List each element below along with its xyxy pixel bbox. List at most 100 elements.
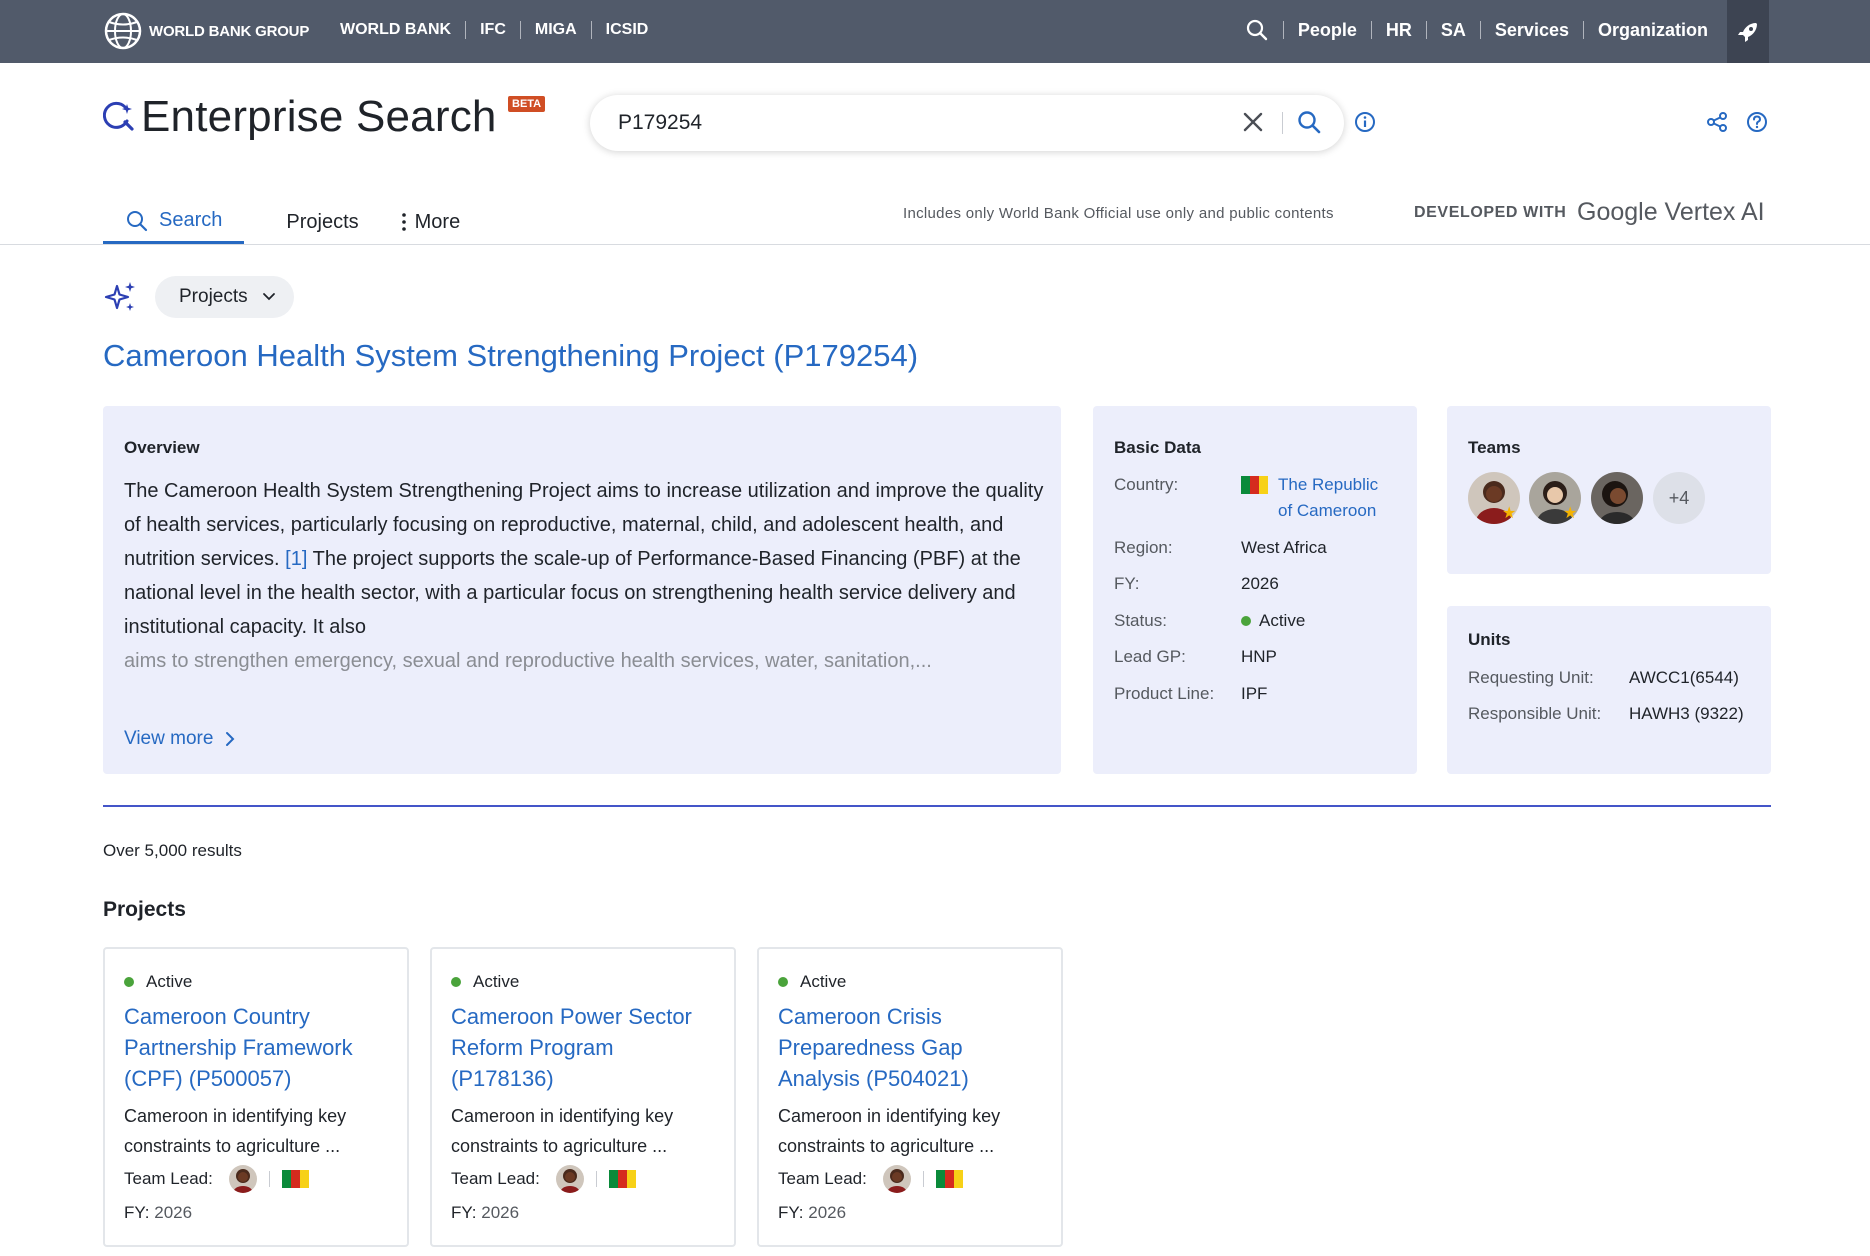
project-title-link[interactable]: Cameroon Health System Strengthening Pro…: [103, 338, 918, 374]
search-icon[interactable]: [1296, 109, 1322, 135]
product-line-value: IPF: [1241, 684, 1268, 703]
country-line-1: The Republic: [1278, 475, 1379, 494]
overview-heading: Overview: [124, 438, 200, 457]
lead-separator: [595, 1171, 597, 1187]
team-lead-row: Team Lead:: [778, 1165, 963, 1193]
project-result-fy: FY: 2026: [451, 1203, 519, 1223]
developed-with-label: DEVELOPED WITH: [1414, 204, 1567, 221]
nav-people[interactable]: People: [1298, 20, 1357, 41]
nav-separator: [1425, 21, 1427, 39]
overview-text-truncated: aims to strengthen emergency, sexual and…: [124, 650, 932, 672]
avatar[interactable]: [555, 1165, 584, 1193]
flag-cameroon-icon: [281, 1170, 309, 1188]
flag-cameroon-icon: [1241, 476, 1268, 494]
teams-card: Teams ★ ★ +4: [1447, 406, 1771, 574]
fy-label: FY:: [451, 1203, 477, 1222]
vertex-ai-brand: Google Vertex AI: [1577, 198, 1765, 226]
more-team-members-badge[interactable]: +4: [1653, 472, 1705, 524]
status-dot: [451, 977, 461, 987]
status-label: Status:: [1114, 611, 1167, 630]
country-value: The Republic of Cameroon: [1241, 472, 1378, 524]
info-icon[interactable]: [1354, 111, 1376, 133]
project-result-description: Cameroon in identifying key constraints …: [778, 1106, 1001, 1156]
status-dot: [1241, 616, 1251, 626]
project-result-title[interactable]: Cameroon Power Sector Reform Program (P1…: [451, 1001, 721, 1094]
view-more-button[interactable]: View more: [124, 728, 235, 750]
app-title: Enterprise Search: [141, 92, 497, 141]
status-badge: Active: [124, 972, 192, 992]
nav-icsid[interactable]: ICSID: [606, 21, 649, 39]
nav-services[interactable]: Services: [1495, 20, 1569, 41]
avatar[interactable]: [1591, 472, 1643, 524]
status-text: Active: [146, 972, 193, 991]
nav-sa[interactable]: SA: [1441, 20, 1466, 41]
project-result-title[interactable]: Cameroon Country Partnership Framework (…: [124, 1001, 394, 1094]
project-result-fy: FY: 2026: [124, 1203, 192, 1223]
section-divider: [103, 805, 1771, 807]
share-icon[interactable]: [1706, 111, 1728, 133]
search-bar: [590, 95, 1344, 151]
tab-bar: Search Projects More: [103, 196, 460, 244]
fy-label: FY:: [124, 1203, 150, 1222]
scope-dropdown[interactable]: Projects: [155, 276, 294, 318]
basic-data-card: Basic Data Country: The Republic of Camer…: [1093, 406, 1417, 774]
avatar[interactable]: [228, 1165, 257, 1193]
country-line-2: of Cameroon: [1278, 501, 1377, 520]
country-link[interactable]: The Republic of Cameroon: [1278, 472, 1378, 524]
avatar[interactable]: [882, 1165, 911, 1193]
nav-separator: [1479, 21, 1481, 39]
affiliate-nav: WORLD BANK IFC MIGA ICSID: [340, 21, 648, 39]
status-dot: [778, 977, 788, 987]
flag-cameroon-icon: [935, 1170, 963, 1188]
nav-world-bank[interactable]: WORLD BANK: [340, 21, 451, 39]
lead-separator: [268, 1171, 270, 1187]
tab-projects[interactable]: Projects: [264, 196, 380, 244]
more-vertical-icon: [401, 213, 406, 231]
status-text: Active: [1259, 611, 1306, 630]
star-icon: ★: [1563, 505, 1578, 522]
tab-search[interactable]: Search: [103, 196, 245, 244]
nav-ifc[interactable]: IFC: [480, 21, 506, 39]
tab-more[interactable]: More: [401, 196, 461, 244]
app-brand[interactable]: Enterprise Search: [103, 92, 497, 142]
units-card: Units Requesting Unit: AWCC1(6544) Respo…: [1447, 606, 1771, 774]
fy-label: FY:: [778, 1203, 804, 1222]
responsible-unit-label: Responsible Unit:: [1468, 704, 1602, 723]
tab-more-label: More: [414, 210, 461, 233]
project-result-title[interactable]: Cameroon Crisis Preparedness Gap Analysi…: [778, 1001, 1048, 1094]
sparkle-icon: [104, 282, 135, 311]
help-icon[interactable]: [1746, 111, 1768, 133]
country-label: Country:: [1114, 475, 1179, 494]
project-result-description: Cameroon in identifying key constraints …: [124, 1106, 347, 1156]
globe-icon: [104, 12, 142, 50]
nav-organization[interactable]: Organization: [1598, 20, 1708, 41]
world-bank-group-logo[interactable]: WORLD BANK GROUP: [103, 11, 309, 51]
status-value: Active: [1241, 611, 1305, 631]
citation-link[interactable]: [1]: [285, 548, 307, 570]
overview-card: Overview The Cameroon Health System Stre…: [103, 406, 1061, 774]
fy-value: 2026: [808, 1203, 847, 1222]
team-lead-row: Team Lead:: [124, 1165, 309, 1193]
project-result-card[interactable]: Active Cameroon Country Partnership Fram…: [103, 947, 409, 1247]
status-badge: Active: [778, 972, 846, 992]
project-result-description: Cameroon in identifying key constraints …: [451, 1106, 674, 1156]
fy-value: 2026: [1241, 574, 1279, 593]
chevron-right-icon: [226, 732, 235, 746]
org-name: WORLD BANK GROUP: [149, 22, 310, 40]
clear-icon[interactable]: [1242, 111, 1264, 133]
nav-miga[interactable]: MIGA: [535, 21, 577, 39]
launch-button[interactable]: [1727, 0, 1769, 63]
nav-separator: [519, 21, 521, 39]
search-input[interactable]: [618, 109, 1178, 137]
beta-badge: BETA: [508, 96, 546, 112]
units-heading: Units: [1468, 630, 1511, 649]
lead-separator: [922, 1171, 924, 1187]
search-icon[interactable]: [1245, 18, 1269, 42]
nav-hr[interactable]: HR: [1386, 20, 1412, 41]
overview-text: The Cameroon Health System Strengthening…: [124, 474, 1044, 644]
project-result-card[interactable]: Active Cameroon Power Sector Reform Prog…: [430, 947, 736, 1247]
teams-heading: Teams: [1468, 438, 1521, 457]
region-value: West Africa: [1241, 538, 1327, 557]
product-line-label: Product Line:: [1114, 684, 1215, 703]
project-result-card[interactable]: Active Cameroon Crisis Preparedness Gap …: [757, 947, 1063, 1247]
